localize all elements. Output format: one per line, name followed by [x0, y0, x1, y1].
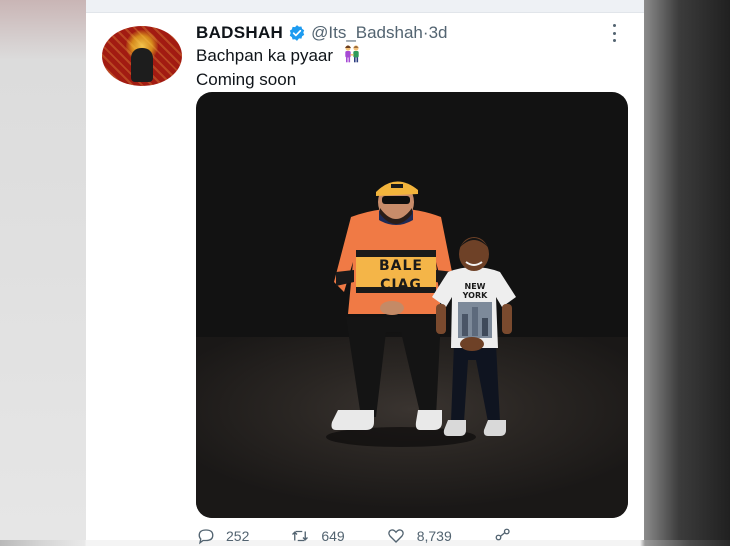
like-count: 8,739: [416, 528, 452, 544]
retweet-count: 649: [321, 528, 345, 544]
girl-and-boy-holding-hands-emoji-icon: [342, 44, 362, 69]
tweet-actions: 252 649 8,739: [196, 526, 628, 546]
tweet-header: BADSHAH @Its_Badshah · 3d: [196, 22, 447, 44]
tweet-text: Bachpan ka pyaar Coming soon: [196, 44, 362, 90]
verified-badge-icon: [288, 24, 306, 42]
top-divider: [86, 0, 644, 13]
tweet-card[interactable]: BADSHAH @Its_Badshah · 3d Bachpan ka pya…: [86, 0, 644, 545]
like-button[interactable]: 8,739: [385, 527, 452, 545]
more-options-icon[interactable]: [607, 24, 621, 42]
heart-icon: [387, 529, 404, 543]
shirt-text-bottom: CIAG: [380, 277, 422, 293]
tweet-text-line-2: Coming soon: [196, 70, 297, 89]
reply-icon: [198, 529, 214, 545]
user-handle[interactable]: @Its_Badshah: [311, 23, 423, 43]
shirt-text-top: BALE: [379, 258, 423, 274]
reply-count: 252: [226, 528, 250, 544]
tweet-text-line-1: Bachpan ka pyaar: [196, 46, 334, 65]
reply-button[interactable]: 252: [196, 527, 249, 545]
retweet-icon: [292, 530, 309, 542]
share-icon: [495, 528, 510, 541]
display-name[interactable]: BADSHAH: [196, 23, 283, 43]
share-button[interactable]: [492, 527, 524, 545]
tee-text: NEW YORK: [462, 282, 488, 300]
right-background: [644, 0, 730, 540]
avatar[interactable]: [102, 26, 182, 86]
tweet-photo[interactable]: BALE CIAG NEW YORK: [196, 92, 628, 518]
left-background: [0, 0, 86, 540]
photo-scene: [326, 181, 516, 447]
retweet-button[interactable]: 649: [289, 527, 345, 545]
tweet-timestamp[interactable]: 3d: [429, 23, 448, 43]
